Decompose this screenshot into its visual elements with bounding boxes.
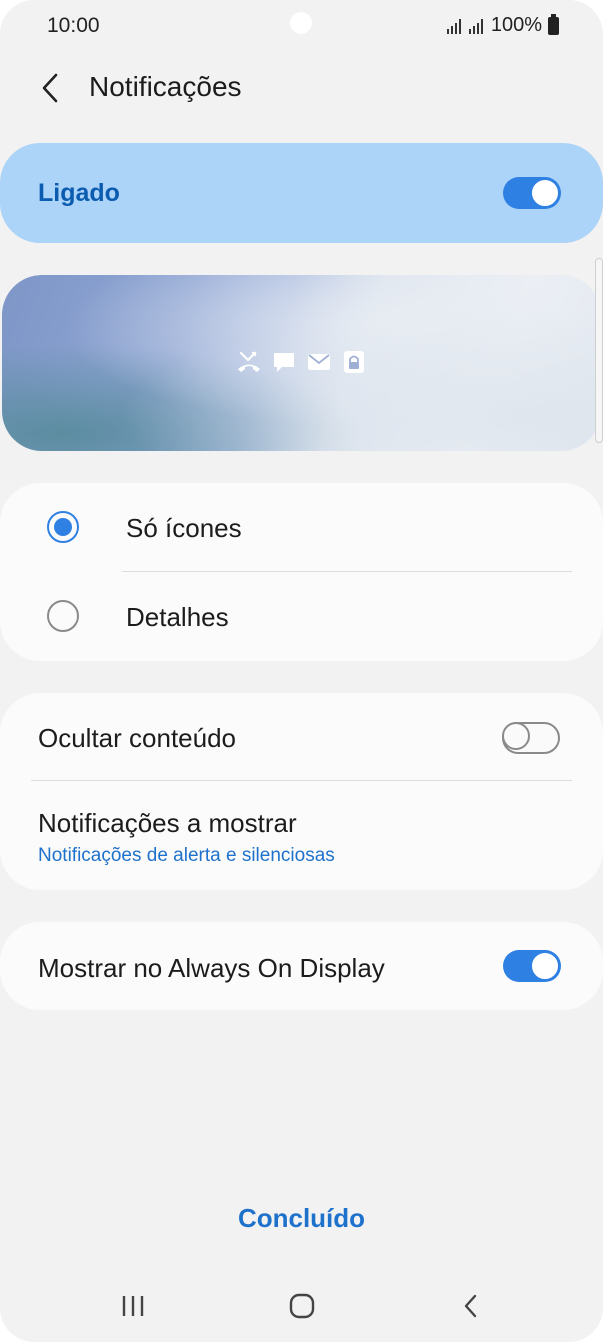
battery-percent: 100% (490, 14, 542, 36)
back-button[interactable] (30, 66, 70, 110)
recent-apps-button[interactable] (103, 1286, 163, 1326)
aod-label: Mostrar no Always On Display (38, 953, 385, 983)
home-button[interactable] (272, 1286, 332, 1326)
master-toggle[interactable] (503, 177, 561, 209)
notifications-to-show-label: Notificações a mostrar (38, 808, 297, 838)
battery-icon (548, 13, 559, 35)
status-time: 10:00 (47, 14, 100, 37)
status-bar: 10:00 100% (0, 0, 603, 54)
hide-content-toggle[interactable] (502, 722, 560, 754)
done-button[interactable]: Concluído (0, 1203, 603, 1234)
option-label: Só ícones (126, 513, 242, 543)
radio-details[interactable] (47, 600, 79, 632)
content-settings-card: Ocultar conteúdo Notificações a mostrar … (0, 693, 603, 890)
aod-toggle[interactable] (503, 950, 561, 982)
hide-content-row[interactable]: Ocultar conteúdo (0, 693, 603, 781)
master-switch-label: Ligado (38, 179, 120, 207)
lockscreen-preview (2, 275, 601, 451)
recent-apps-icon (122, 1296, 144, 1316)
envelope-icon (305, 348, 333, 376)
radio-icons-only[interactable] (47, 511, 79, 543)
notification-style-card: Só ícones Detalhes (0, 483, 603, 661)
notifications-to-show-row[interactable]: Notificações a mostrar Notificações de a… (0, 781, 603, 890)
lock-icon (340, 348, 368, 376)
master-switch-row[interactable]: Ligado (0, 143, 603, 243)
nav-back-button[interactable] (441, 1286, 501, 1326)
missed-call-icon (235, 348, 263, 376)
option-details[interactable]: Detalhes (0, 572, 603, 661)
chat-bubble-icon (270, 348, 298, 376)
toggle-knob (530, 178, 560, 208)
notifications-to-show-value: Notificações de alerta e silenciosas (38, 845, 335, 866)
signal-icon (446, 18, 465, 34)
hide-content-label: Ocultar conteúdo (38, 723, 237, 753)
navigation-bar (0, 1276, 603, 1336)
option-icons-only[interactable]: Só ícones (0, 483, 603, 572)
signal-icon (468, 18, 487, 34)
scrollbar[interactable] (595, 258, 603, 443)
option-label: Detalhes (126, 602, 229, 632)
home-icon (289, 1293, 315, 1319)
header: Notificações (0, 60, 603, 116)
toggle-knob (502, 722, 530, 750)
back-icon (464, 1294, 477, 1318)
toggle-knob (530, 951, 560, 981)
page-title: Notificações (89, 71, 242, 102)
aod-card[interactable]: Mostrar no Always On Display (0, 922, 603, 1010)
camera-cutout (290, 12, 312, 34)
status-icons: 100% (446, 13, 559, 37)
chevron-left-icon (42, 73, 58, 103)
phone-screen: 10:00 100% Notificações Ligado Só ícones… (0, 0, 603, 1342)
preview-icons (235, 348, 368, 376)
